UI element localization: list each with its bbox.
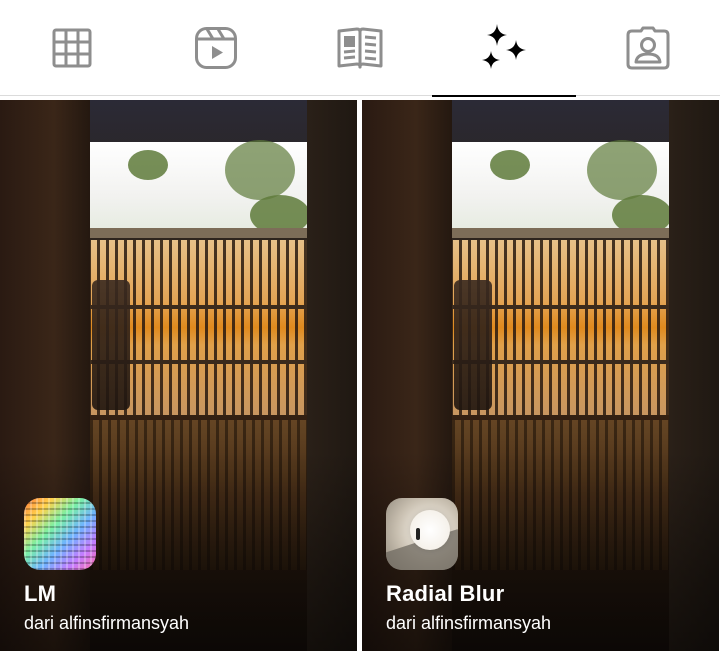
book-icon bbox=[337, 27, 383, 69]
tab-posts-grid[interactable] bbox=[0, 0, 144, 96]
effect-name: Radial Blur bbox=[386, 581, 505, 606]
effect-card-radial-blur[interactable]: Radial Blur dari alfinsfirmansyah bbox=[362, 100, 719, 651]
tab-tagged[interactable] bbox=[576, 0, 720, 96]
effect-name: LM bbox=[24, 581, 57, 606]
tab-effects[interactable] bbox=[432, 0, 576, 97]
reels-icon bbox=[195, 27, 237, 69]
effect-author: dari alfinsfirmansyah bbox=[386, 613, 552, 633]
tagged-person-icon bbox=[626, 26, 670, 70]
tab-reels[interactable] bbox=[144, 0, 288, 96]
effect-card-lm[interactable]: LM dari alfinsfirmansyah bbox=[0, 100, 357, 651]
radial-blur-effect-icon bbox=[386, 498, 458, 570]
effects-grid: LM dari alfinsfirmansyah Radial Blur dar… bbox=[0, 100, 720, 651]
tab-guides[interactable] bbox=[288, 0, 432, 96]
sparkles-icon bbox=[482, 24, 526, 69]
effect-author: dari alfinsfirmansyah bbox=[24, 613, 190, 633]
grid-icon bbox=[52, 28, 92, 68]
lm-effect-icon bbox=[24, 498, 96, 570]
profile-tab-bar bbox=[0, 0, 720, 97]
